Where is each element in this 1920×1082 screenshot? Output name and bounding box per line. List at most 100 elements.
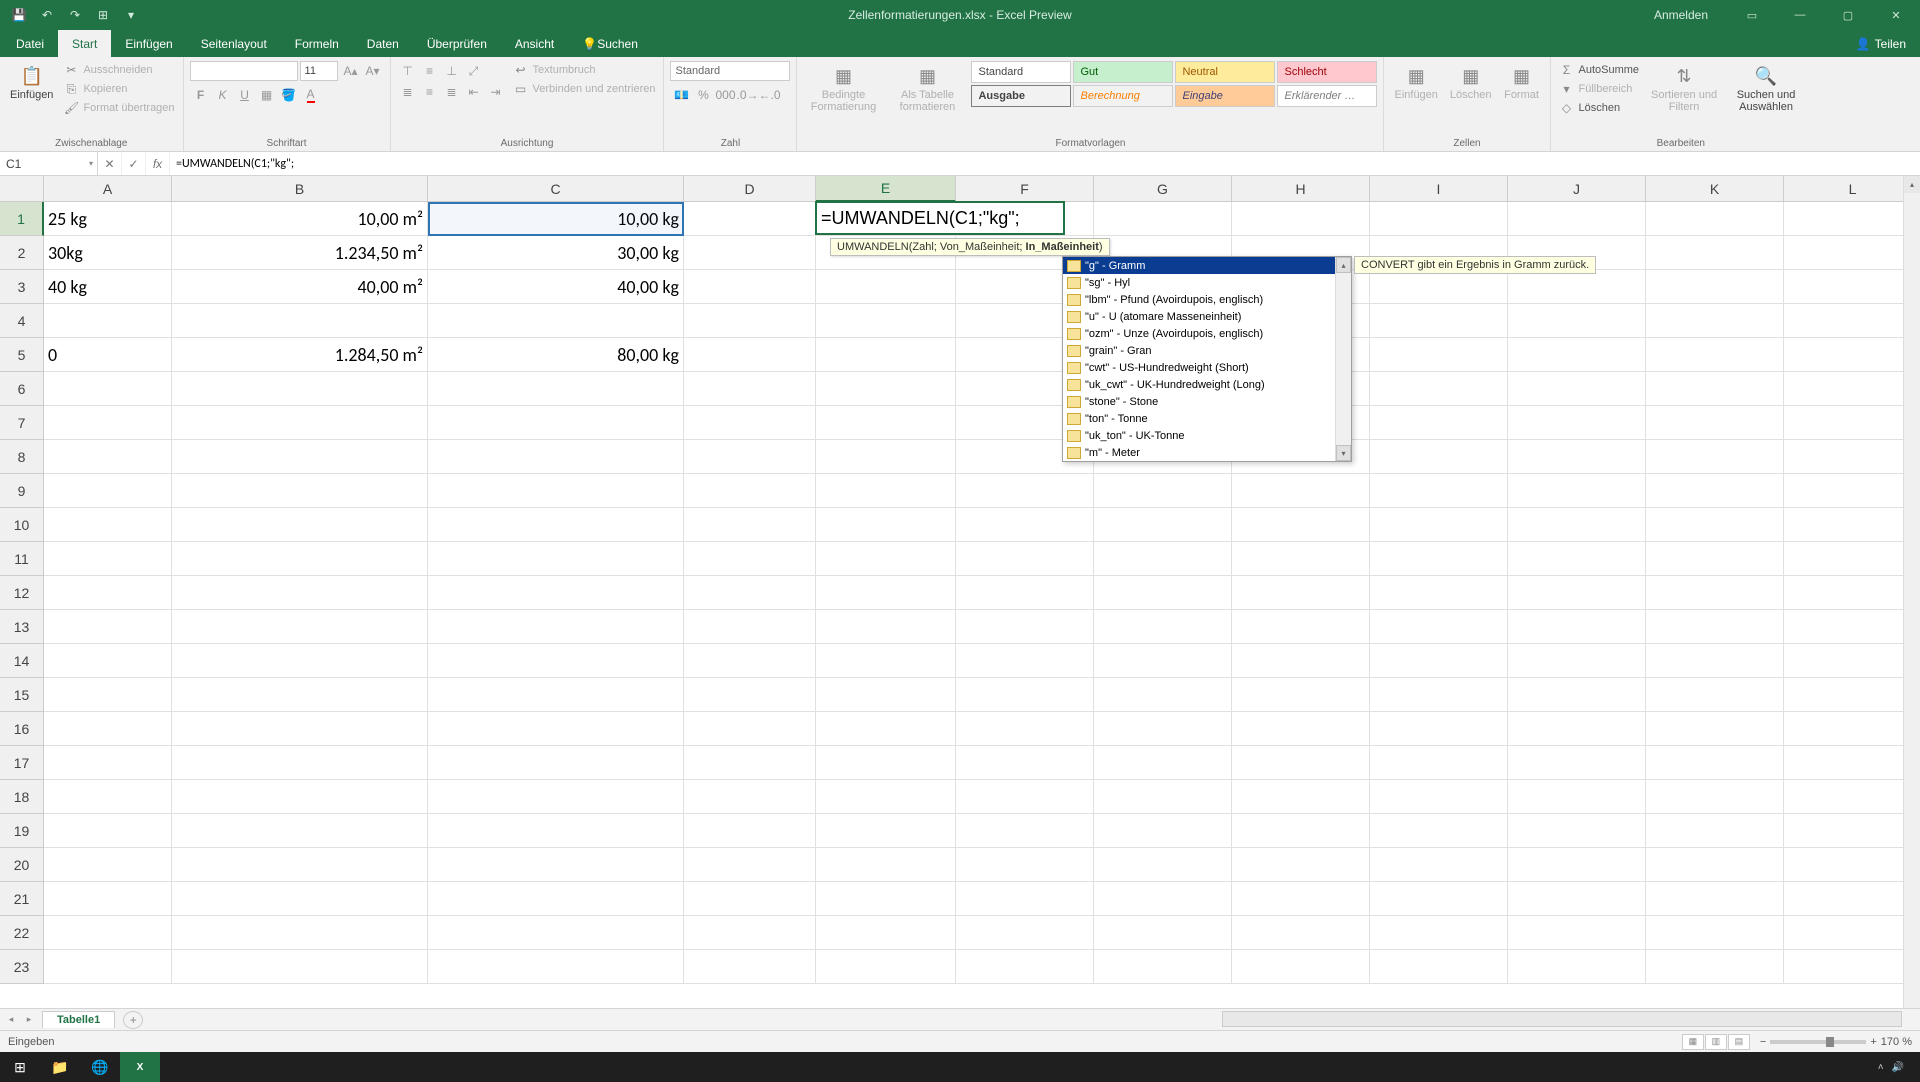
- cell[interactable]: [1646, 950, 1784, 984]
- row-header[interactable]: 11: [0, 542, 44, 576]
- align-center-icon[interactable]: ≡: [419, 82, 441, 102]
- cell[interactable]: [44, 678, 172, 712]
- system-tray[interactable]: ˄ 🔊: [1878, 1062, 1920, 1073]
- qat-customize-icon[interactable]: ▾: [118, 3, 144, 27]
- cell[interactable]: [1370, 406, 1508, 440]
- cell[interactable]: [1646, 780, 1784, 814]
- cell[interactable]: [1646, 508, 1784, 542]
- cell[interactable]: [1646, 304, 1784, 338]
- zoom-in-icon[interactable]: +: [1870, 1036, 1876, 1048]
- tab-seitenlayout[interactable]: Seitenlayout: [187, 30, 281, 57]
- cell[interactable]: 1.284,50 m²: [172, 338, 428, 372]
- cell[interactable]: [44, 848, 172, 882]
- row-header[interactable]: 21: [0, 882, 44, 916]
- cell[interactable]: [956, 644, 1094, 678]
- column-header[interactable]: G: [1094, 176, 1232, 202]
- cell[interactable]: [1784, 882, 1920, 916]
- cell[interactable]: [1646, 610, 1784, 644]
- cell[interactable]: [172, 746, 428, 780]
- cell[interactable]: [1784, 270, 1920, 304]
- row-header[interactable]: 14: [0, 644, 44, 678]
- tab-ueberpruefen[interactable]: Überprüfen: [413, 30, 501, 57]
- cell[interactable]: [428, 644, 684, 678]
- sheet-nav-last-icon[interactable]: ▸: [20, 1011, 38, 1029]
- cell[interactable]: [1094, 576, 1232, 610]
- underline-icon[interactable]: U: [234, 85, 256, 105]
- row-header[interactable]: 13: [0, 610, 44, 644]
- cell[interactable]: [172, 848, 428, 882]
- style-erklaerender[interactable]: Erklärender …: [1277, 85, 1377, 107]
- fill-color-icon[interactable]: 🪣: [278, 85, 300, 105]
- row-header[interactable]: 10: [0, 508, 44, 542]
- column-header[interactable]: K: [1646, 176, 1784, 202]
- cell[interactable]: [816, 372, 956, 406]
- align-top-icon[interactable]: ⊤: [397, 61, 419, 81]
- cell[interactable]: [1646, 576, 1784, 610]
- autocomplete-item[interactable]: "cwt" - US-Hundredweight (Short): [1063, 359, 1351, 376]
- cell[interactable]: [1094, 474, 1232, 508]
- cell[interactable]: [172, 406, 428, 440]
- column-header[interactable]: B: [172, 176, 428, 202]
- cancel-formula-icon[interactable]: ✕: [98, 152, 122, 175]
- paste-button[interactable]: 📋 Einfügen: [6, 61, 57, 103]
- cell[interactable]: [172, 542, 428, 576]
- row-header[interactable]: 15: [0, 678, 44, 712]
- cell[interactable]: [956, 950, 1094, 984]
- align-bottom-icon[interactable]: ⊥: [441, 61, 463, 81]
- decrease-indent-icon[interactable]: ⇤: [463, 82, 485, 102]
- cell[interactable]: [1232, 474, 1370, 508]
- cell[interactable]: [44, 780, 172, 814]
- format-cells-button[interactable]: ▦Format: [1500, 61, 1544, 103]
- style-eingabe[interactable]: Eingabe: [1175, 85, 1275, 107]
- cell[interactable]: [816, 916, 956, 950]
- row-header[interactable]: 7: [0, 406, 44, 440]
- redo-icon[interactable]: ↷: [62, 3, 88, 27]
- cell[interactable]: [1094, 916, 1232, 950]
- cell[interactable]: 25 kg: [44, 202, 172, 236]
- increase-indent-icon[interactable]: ⇥: [485, 82, 507, 102]
- cell[interactable]: [1646, 474, 1784, 508]
- cell[interactable]: [684, 372, 816, 406]
- cell[interactable]: [1370, 610, 1508, 644]
- cell[interactable]: [684, 576, 816, 610]
- cell[interactable]: [1784, 780, 1920, 814]
- cell[interactable]: [1784, 236, 1920, 270]
- cell[interactable]: [1508, 406, 1646, 440]
- cell[interactable]: [1508, 848, 1646, 882]
- cell[interactable]: 40,00 m²: [172, 270, 428, 304]
- cell[interactable]: [816, 542, 956, 576]
- cell[interactable]: 40 kg: [44, 270, 172, 304]
- cell[interactable]: [428, 678, 684, 712]
- cell[interactable]: [1370, 950, 1508, 984]
- cell[interactable]: 0: [44, 338, 172, 372]
- cell[interactable]: [428, 610, 684, 644]
- cell[interactable]: [1508, 950, 1646, 984]
- cell[interactable]: [956, 678, 1094, 712]
- cell[interactable]: [1370, 338, 1508, 372]
- insert-cells-button[interactable]: ▦Einfügen: [1390, 61, 1441, 103]
- cell[interactable]: [1508, 474, 1646, 508]
- row-header[interactable]: 18: [0, 780, 44, 814]
- cell[interactable]: 10,00 kg: [428, 202, 684, 236]
- cell[interactable]: [816, 576, 956, 610]
- tab-formeln[interactable]: Formeln: [281, 30, 353, 57]
- browser-icon[interactable]: 🌐: [80, 1052, 120, 1082]
- cell[interactable]: [1370, 644, 1508, 678]
- thousands-icon[interactable]: 000: [714, 85, 736, 105]
- cell[interactable]: [684, 746, 816, 780]
- cell[interactable]: [816, 950, 956, 984]
- scroll-down-icon[interactable]: ▾: [1336, 445, 1351, 461]
- cell[interactable]: [956, 916, 1094, 950]
- cell[interactable]: [1646, 406, 1784, 440]
- cell[interactable]: [1232, 542, 1370, 576]
- cell[interactable]: [1784, 746, 1920, 780]
- cell[interactable]: [1232, 508, 1370, 542]
- cell[interactable]: [1232, 202, 1370, 236]
- cell[interactable]: [428, 746, 684, 780]
- row-header[interactable]: 16: [0, 712, 44, 746]
- cell[interactable]: [1784, 474, 1920, 508]
- column-header[interactable]: L: [1784, 176, 1920, 202]
- cell[interactable]: [816, 882, 956, 916]
- formula-input[interactable]: [170, 152, 1920, 175]
- cell[interactable]: [1646, 882, 1784, 916]
